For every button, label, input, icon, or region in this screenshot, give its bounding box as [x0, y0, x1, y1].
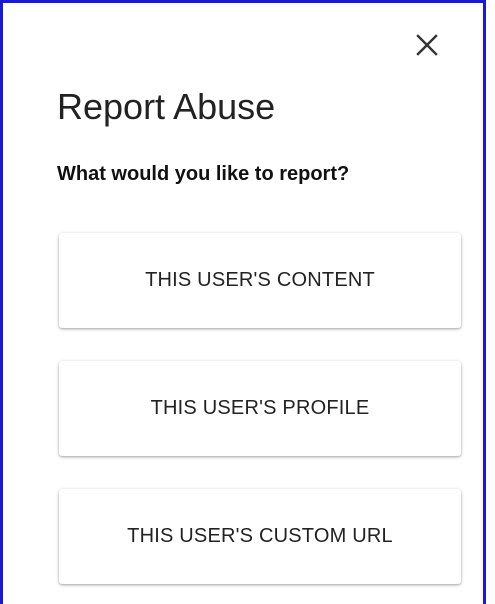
report-profile-button[interactable]: THIS USER'S PROFILE — [59, 361, 461, 456]
report-question: What would you like to report? — [57, 163, 350, 185]
report-custom-url-button[interactable]: THIS USER'S CUSTOM URL — [59, 489, 461, 584]
report-content-button[interactable]: THIS USER'S CONTENT — [59, 233, 461, 328]
close-icon — [416, 34, 438, 56]
dialog-title: Report Abuse — [57, 86, 276, 127]
close-button[interactable] — [407, 25, 447, 65]
report-abuse-dialog: Report Abuse What would you like to repo… — [0, 0, 486, 604]
